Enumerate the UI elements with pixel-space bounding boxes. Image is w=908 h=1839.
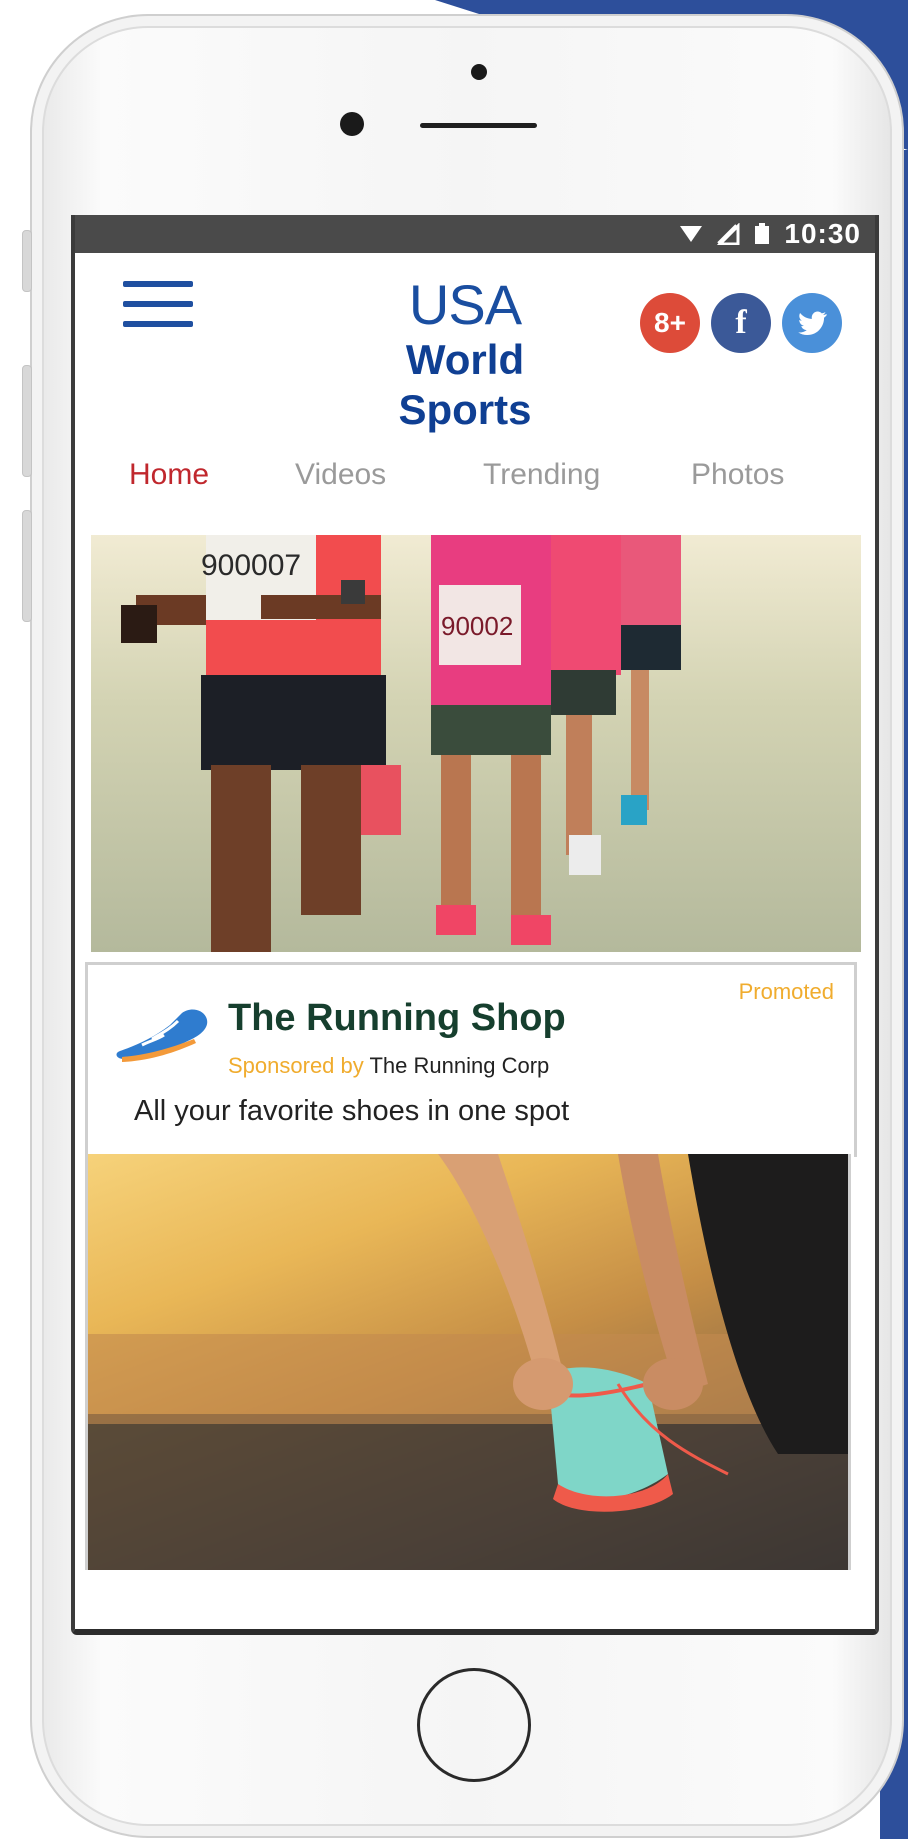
twitter-bird-glyph <box>798 311 828 336</box>
ad-sponsor-prefix: Sponsored by <box>228 1053 364 1078</box>
phone-screen: 10:30 USA World Sports 8+ f Home Videos … <box>71 215 879 1635</box>
phone-volume-up-button <box>22 365 32 477</box>
app-header: USA World Sports 8+ f <box>75 253 875 463</box>
site-logo[interactable]: USA World Sports <box>375 275 555 435</box>
phone-front-camera <box>340 112 364 136</box>
hamburger-menu-icon[interactable] <box>123 281 193 327</box>
phone-volume-down-button <box>22 510 32 622</box>
logo-usa-text: USA <box>408 273 522 336</box>
runners-illustration: 90002 900007 <box>91 535 861 952</box>
status-icons: 10:30 <box>680 218 861 249</box>
battery-icon <box>755 223 770 244</box>
phone-sensor <box>471 64 487 80</box>
ad-sponsor-name: The Running Corp <box>369 1053 550 1078</box>
category-tabs: Home Videos Trending Photos <box>75 440 875 520</box>
status-bar: 10:30 <box>75 215 875 253</box>
hero-bib-1: 900007 <box>201 549 301 582</box>
status-time: 10:30 <box>784 218 861 249</box>
google-plus-icon[interactable]: 8+ <box>640 293 700 353</box>
promoted-label: Promoted <box>738 979 834 1004</box>
twitter-icon[interactable] <box>782 293 842 353</box>
shoe-lacing-illustration <box>88 1154 848 1570</box>
no-sim-icon <box>717 223 740 245</box>
phone-speaker <box>420 123 537 128</box>
tab-videos[interactable]: Videos <box>295 458 386 492</box>
phone-mute-switch <box>22 230 32 292</box>
tab-trending[interactable]: Trending <box>483 458 600 492</box>
logo-sports-text: Sports <box>398 386 532 433</box>
tab-photos[interactable]: Photos <box>691 458 784 492</box>
hero-image-runners[interactable]: 90002 900007 <box>91 535 861 952</box>
facebook-icon[interactable]: f <box>711 293 771 353</box>
ad-description: All your favorite shoes in one spot <box>134 1095 570 1127</box>
ad-title[interactable]: The Running Shop <box>228 997 566 1040</box>
logo-world-text: World <box>405 336 525 383</box>
screen-bottom-area <box>75 1575 875 1629</box>
tab-home[interactable]: Home <box>129 458 209 492</box>
running-shoe-icon <box>116 1009 208 1062</box>
hero-bib-2: 90002 <box>441 611 513 641</box>
wifi-icon <box>680 226 703 242</box>
ad-image-shoe-lacing[interactable] <box>85 1154 851 1570</box>
sponsored-ad-card[interactable]: Promoted The Running Shop Sponsored by T… <box>85 962 857 1157</box>
ad-sponsor-line: Sponsored by The Running Corp <box>228 1053 549 1079</box>
phone-home-button[interactable] <box>417 1668 531 1782</box>
